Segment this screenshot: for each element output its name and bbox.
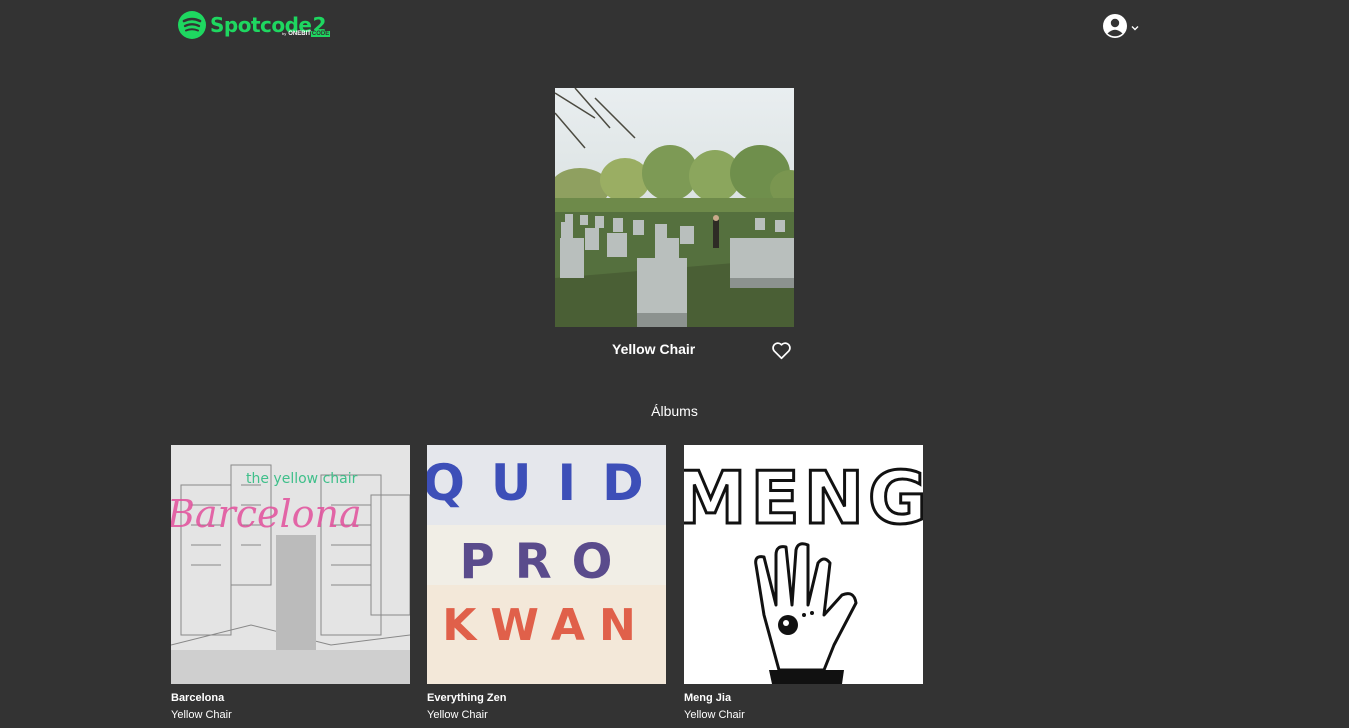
user-menu-button[interactable] (1103, 14, 1139, 38)
artist-cover-image (555, 88, 794, 327)
user-circle-icon (1103, 14, 1127, 38)
artist-name: Yellow Chair (612, 341, 696, 357)
album-cover-line-2: PRO (460, 534, 633, 590)
albums-section-title: Álbums (651, 403, 698, 419)
album-artist[interactable]: Yellow Chair (684, 709, 923, 722)
app-logo[interactable]: Spotcode 2 by ONEBITCODE (178, 9, 331, 41)
album-cover-band-text: the yellow chair (246, 471, 358, 487)
logo-code: CODE (310, 31, 331, 37)
heart-icon[interactable] (771, 341, 792, 360)
logo-by: by (282, 31, 287, 36)
logo-subtitle: by ONEBITCODE (282, 31, 331, 37)
album-card[interactable]: QUID PRO KWAN Everything Zen Yellow Chai… (427, 445, 666, 722)
album-cover-line-1: QUID (427, 454, 666, 512)
album-title: Everything Zen (427, 692, 507, 704)
album-cover-everything-zen: QUID PRO KWAN (427, 445, 666, 684)
album-title: Barcelona (171, 692, 225, 704)
album-artist[interactable]: Yellow Chair (171, 709, 410, 722)
album-artist[interactable]: Yellow Chair (427, 709, 666, 722)
album-cover-line-3: KWAN (442, 600, 650, 651)
chevron-down-icon (1131, 25, 1139, 30)
album-cover-meng-jia: MENG (684, 445, 923, 684)
album-card[interactable]: the yellow chair Barcelona Barcelona Yel… (171, 445, 410, 722)
album-cover-title-text: MENG (684, 456, 923, 540)
album-cover-title-text: Barcelona (171, 492, 362, 536)
logo-onebit: ONEBIT (288, 31, 311, 37)
page: Spotcode 2 by ONEBITCODE Yellow Chair Ál… (0, 0, 1349, 728)
spotify-logo-icon (178, 11, 206, 39)
album-title: Meng Jia (684, 692, 732, 704)
album-card[interactable]: MENG Meng Jia Yellow Chair (684, 445, 923, 722)
album-cover-barcelona: the yellow chair Barcelona (171, 445, 410, 684)
